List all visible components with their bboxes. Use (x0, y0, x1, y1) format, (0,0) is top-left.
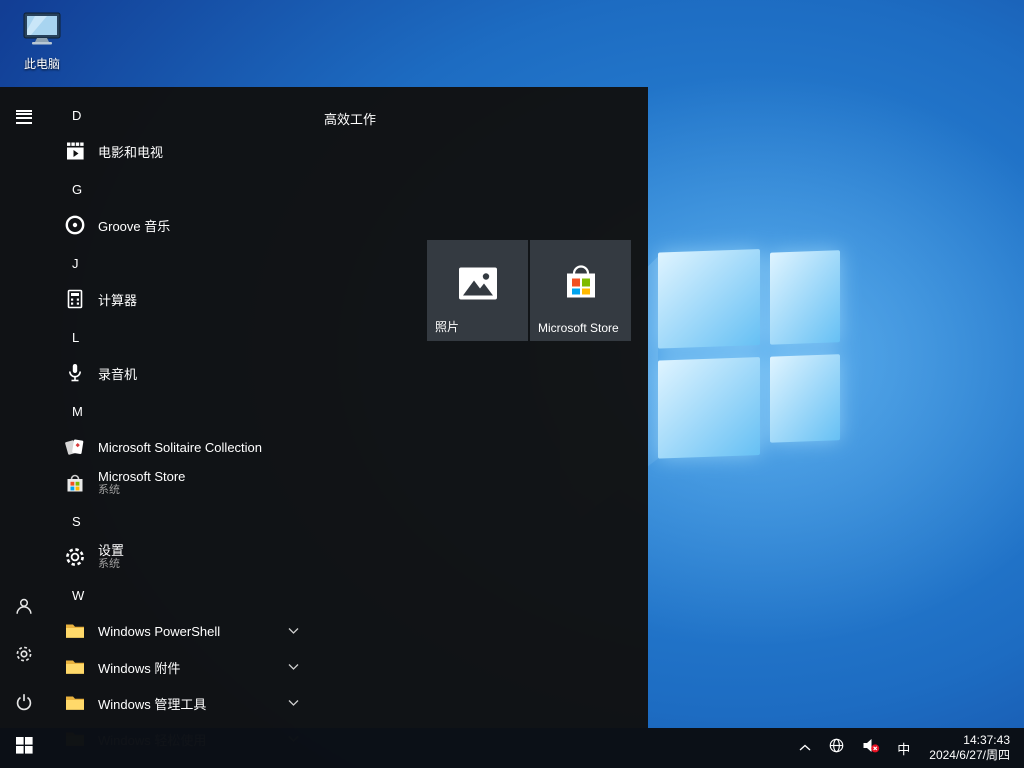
tile-label: 照片 (435, 318, 459, 335)
desktop-icon-this-pc[interactable]: 此电脑 (14, 10, 70, 72)
section-letter-label: D (72, 108, 81, 123)
photos-icon (455, 263, 501, 310)
chevron-down-icon[interactable] (288, 700, 299, 707)
solitaire-icon (62, 434, 88, 460)
start-button[interactable] (0, 728, 48, 768)
section-letter-j[interactable]: J (48, 245, 388, 281)
app-subtitle: 系统 (98, 484, 185, 496)
chevron-up-icon (799, 739, 811, 757)
chevron-down-icon[interactable] (288, 628, 299, 635)
settings-gear-icon (13, 643, 35, 670)
expand-menu-button[interactable] (0, 87, 48, 135)
app-label: Windows PowerShell (98, 624, 220, 639)
start-menu-app-list: D 电影和电视 G (48, 97, 388, 757)
movies-tv-icon (62, 138, 88, 164)
folder-item-windows-accessories[interactable]: Windows 附件 (48, 649, 388, 685)
hamburger-icon (16, 110, 32, 112)
app-item-voice-recorder[interactable]: 录音机 (48, 355, 388, 391)
ime-label: 中 (897, 739, 910, 758)
folder-icon (62, 690, 88, 716)
start-menu: D 电影和电视 G (0, 87, 648, 728)
network-globe-icon (828, 737, 845, 759)
section-letter-label: W (72, 588, 84, 603)
app-item-groove-music[interactable]: Groove 音乐 (48, 207, 388, 243)
app-label: Windows 附件 (98, 658, 180, 677)
user-account-button[interactable] (0, 584, 48, 632)
section-letter-label: S (72, 514, 81, 529)
folder-icon (62, 654, 88, 680)
section-letter-w[interactable]: W (48, 577, 388, 613)
voice-recorder-icon (62, 360, 88, 386)
app-subtitle: 系统 (98, 558, 124, 570)
section-letter-label: J (72, 256, 79, 271)
store-icon (62, 470, 88, 496)
app-label: 设置 (98, 544, 124, 558)
system-tray: 中 14:37:43 2024/6/27/周四 (797, 728, 1024, 768)
app-item-microsoft-store[interactable]: Microsoft Store 系统 (48, 465, 388, 501)
desktop-icon-label: 此电脑 (14, 55, 70, 72)
windows-logo-icon (16, 737, 33, 759)
store-bag-icon (560, 263, 602, 310)
app-label: Windows 管理工具 (98, 694, 206, 713)
start-menu-rail (0, 87, 48, 728)
app-label: 电影和电视 (98, 142, 163, 161)
tile-photos[interactable]: 照片 (427, 240, 528, 341)
folder-item-windows-admin-tools[interactable]: Windows 管理工具 (48, 685, 388, 721)
app-item-settings[interactable]: 设置 系统 (48, 539, 388, 575)
section-letter-label: L (72, 330, 79, 345)
section-letter-l[interactable]: L (48, 319, 388, 355)
calculator-icon (62, 286, 88, 312)
app-text: Microsoft Store 系统 (98, 470, 185, 496)
rail-spacer (0, 135, 48, 584)
tile-microsoft-store[interactable]: Microsoft Store (530, 240, 631, 341)
settings-gear-icon (62, 544, 88, 570)
taskbar-clock[interactable]: 14:37:43 2024/6/27/周四 (925, 733, 1014, 763)
groove-music-icon (62, 212, 88, 238)
power-button[interactable] (0, 680, 48, 728)
volume-button[interactable] (860, 728, 882, 768)
section-letter-label: G (72, 182, 82, 197)
ime-indicator[interactable]: 中 (895, 728, 912, 768)
app-label: Groove 音乐 (98, 216, 170, 235)
desktop-screen: 此电脑 (0, 0, 1024, 768)
section-letter-s[interactable]: S (48, 503, 388, 539)
clock-time: 14:37:43 (929, 733, 1010, 748)
computer-icon (21, 35, 63, 52)
tile-label: Microsoft Store (538, 321, 619, 335)
app-text: 设置 系统 (98, 544, 124, 570)
taskbar: 中 14:37:43 2024/6/27/周四 (0, 728, 1024, 768)
section-letter-label: M (72, 404, 83, 419)
app-item-movies-tv[interactable]: 电影和电视 (48, 133, 388, 169)
app-label: 录音机 (98, 364, 137, 383)
app-item-solitaire[interactable]: Microsoft Solitaire Collection (48, 429, 388, 465)
section-letter-g[interactable]: G (48, 171, 388, 207)
user-icon (13, 595, 35, 622)
folder-item-windows-powershell[interactable]: Windows PowerShell (48, 613, 388, 649)
tray-overflow-button[interactable] (797, 728, 813, 768)
app-item-calculator[interactable]: 计算器 (48, 281, 388, 317)
tile-group-title[interactable]: 高效工作 (324, 109, 376, 128)
app-label: Microsoft Solitaire Collection (98, 440, 262, 455)
power-icon (13, 691, 35, 718)
section-letter-m[interactable]: M (48, 393, 388, 429)
clock-date: 2024/6/27/周四 (929, 748, 1010, 763)
volume-muted-icon (862, 737, 880, 759)
app-label: Microsoft Store (98, 470, 185, 484)
tile-grid: 照片 Microsoft Store (427, 240, 631, 341)
settings-button[interactable] (0, 632, 48, 680)
folder-icon (62, 618, 88, 644)
app-label: 计算器 (98, 290, 137, 309)
network-status-button[interactable] (826, 728, 847, 768)
chevron-down-icon[interactable] (288, 664, 299, 671)
